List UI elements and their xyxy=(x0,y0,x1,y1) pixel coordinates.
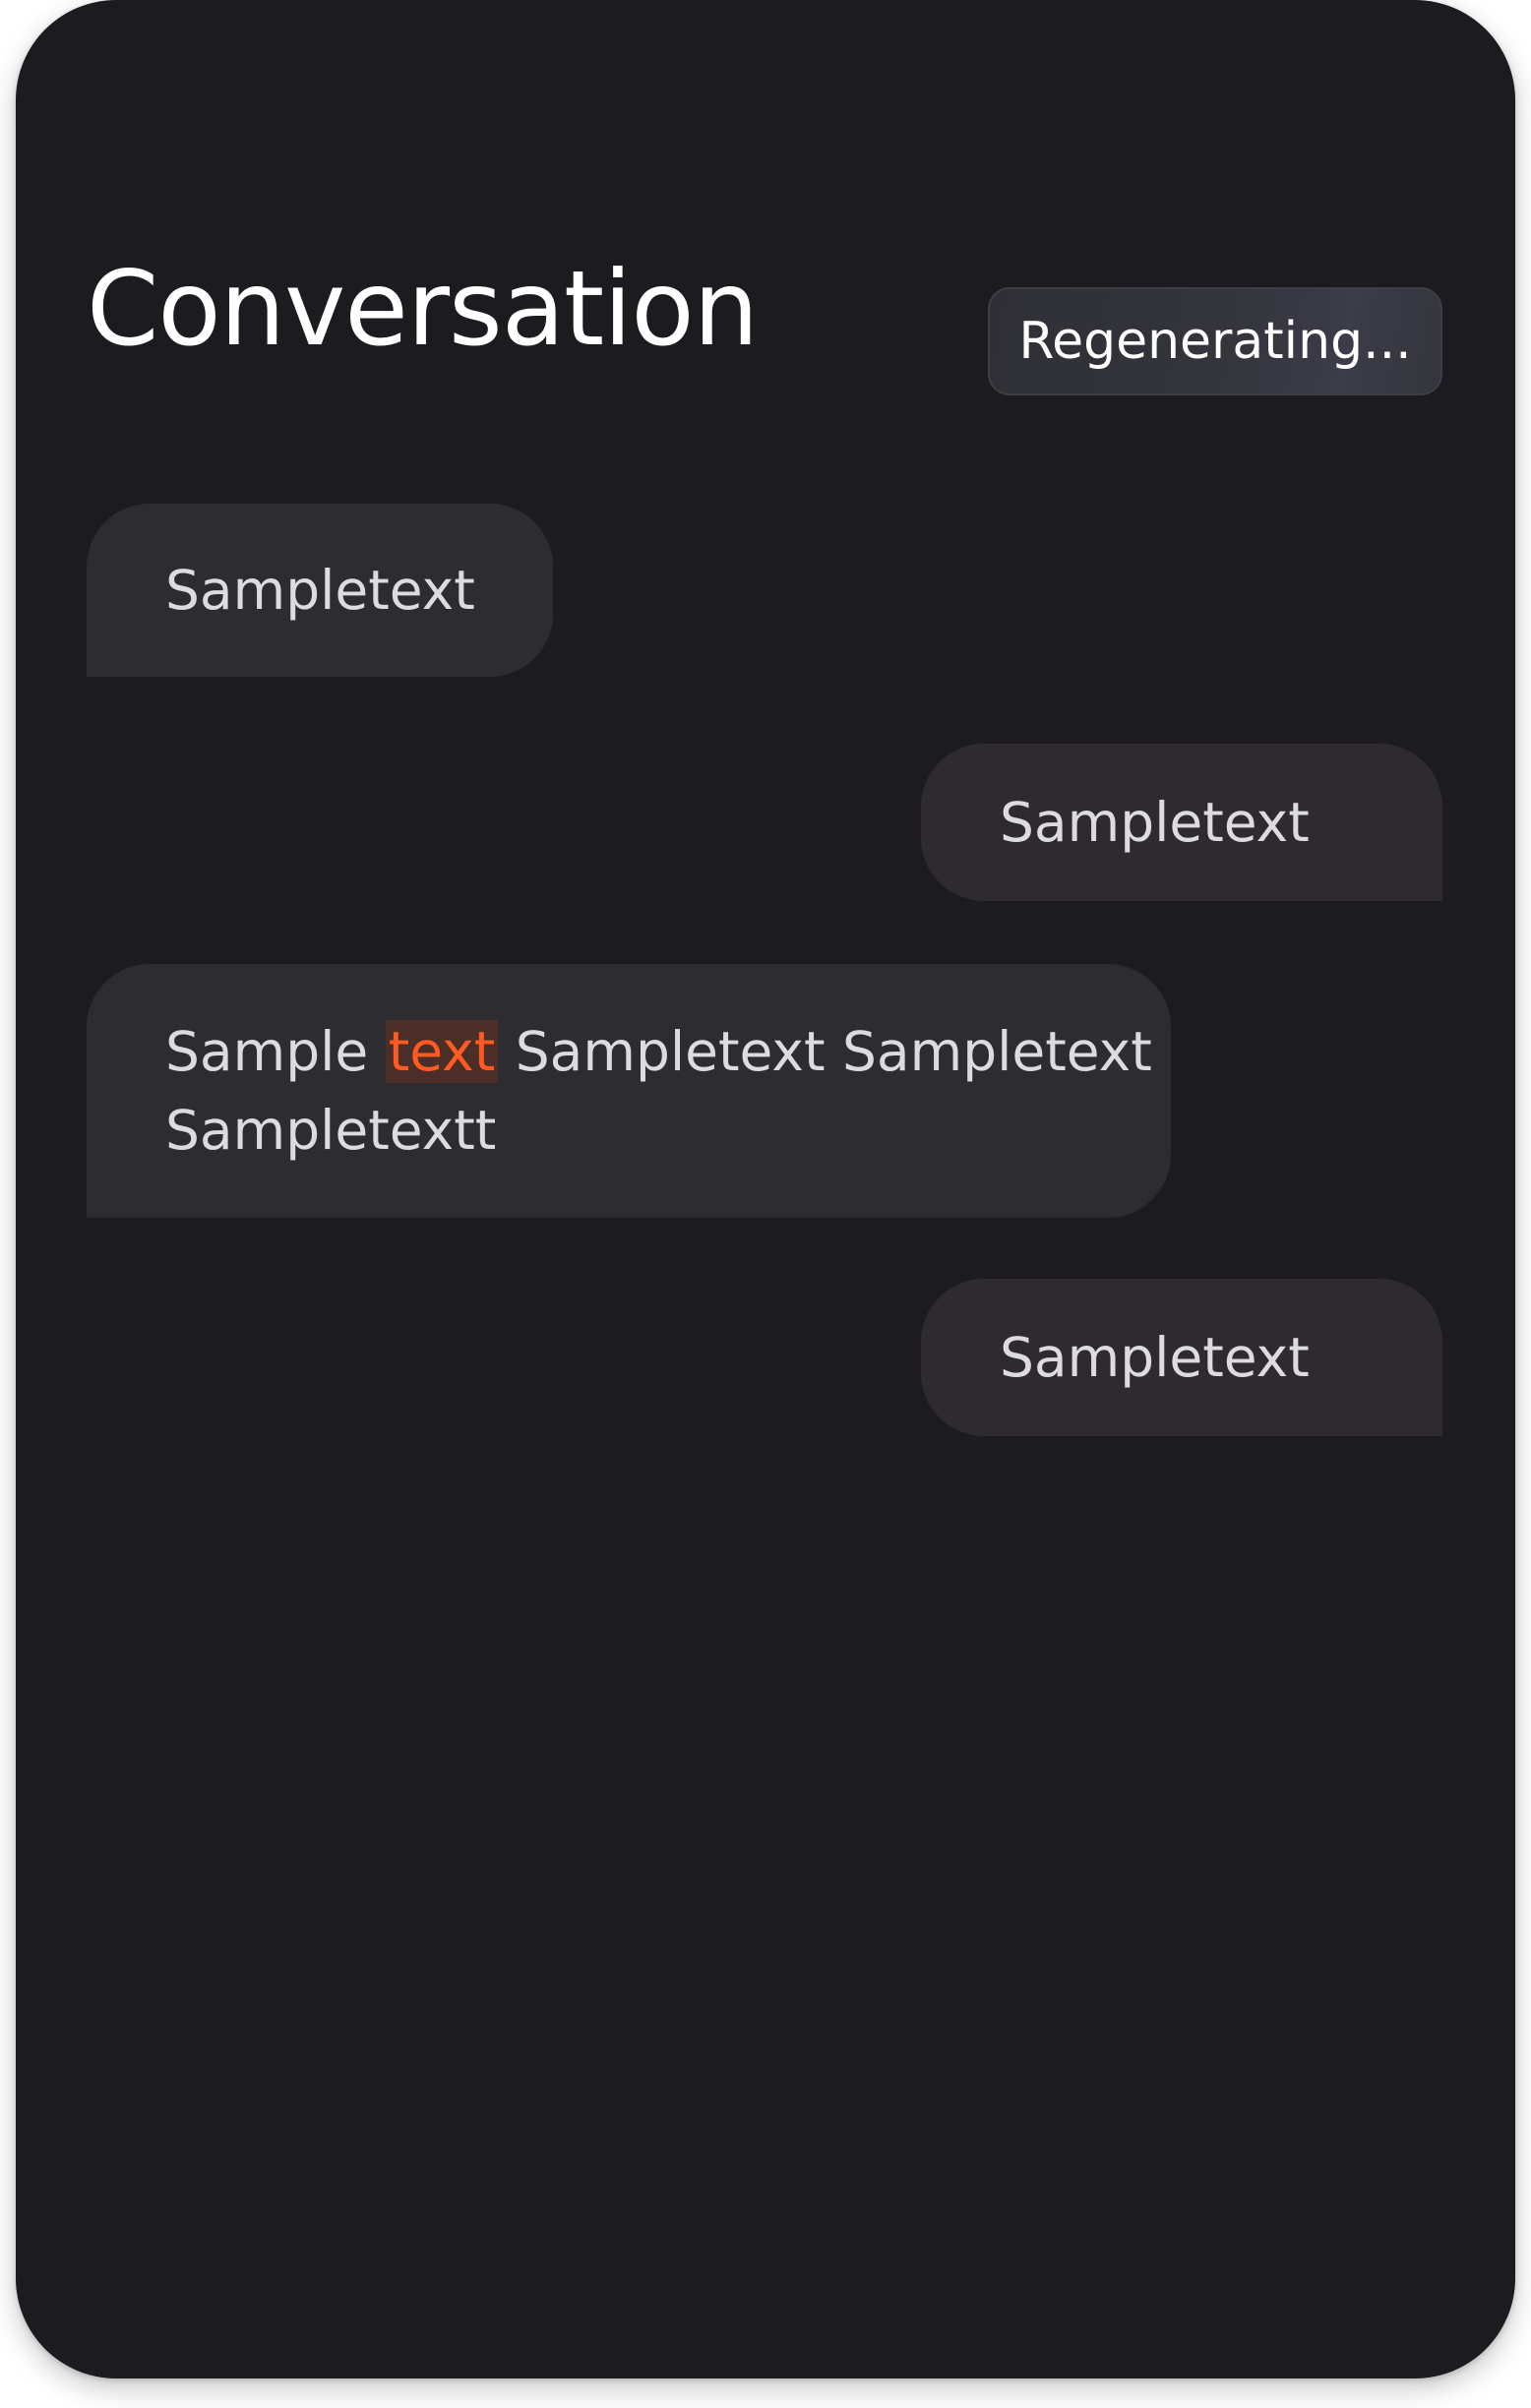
message-bubble-outgoing[interactable]: Sampletext xyxy=(921,1279,1442,1436)
page-title: Conversation xyxy=(87,249,759,369)
message-line-1: Sample text Sampletext Sampletext xyxy=(165,1012,1171,1091)
message-text: Sampletext xyxy=(165,559,475,622)
regenerating-button[interactable]: Regenerating... xyxy=(988,287,1442,395)
conversation-screen: Conversation Regenerating... Sampletext … xyxy=(16,0,1515,2378)
highlighted-word: text xyxy=(385,1020,499,1083)
message-bubble-incoming[interactable]: Sample text Sampletext Sampletext Sample… xyxy=(87,964,1171,1218)
message-text-prefix: Sample xyxy=(165,1020,386,1083)
message-bubble-incoming[interactable]: Sampletext xyxy=(87,504,553,677)
message-text-suffix: Sampletext Sampletext xyxy=(498,1020,1152,1083)
message-line-2: Sampletextt xyxy=(165,1099,497,1162)
message-bubble-outgoing[interactable]: Sampletext xyxy=(921,744,1442,901)
message-text: Sampletext xyxy=(1000,791,1310,854)
message-text: Sampletext xyxy=(1000,1326,1310,1389)
